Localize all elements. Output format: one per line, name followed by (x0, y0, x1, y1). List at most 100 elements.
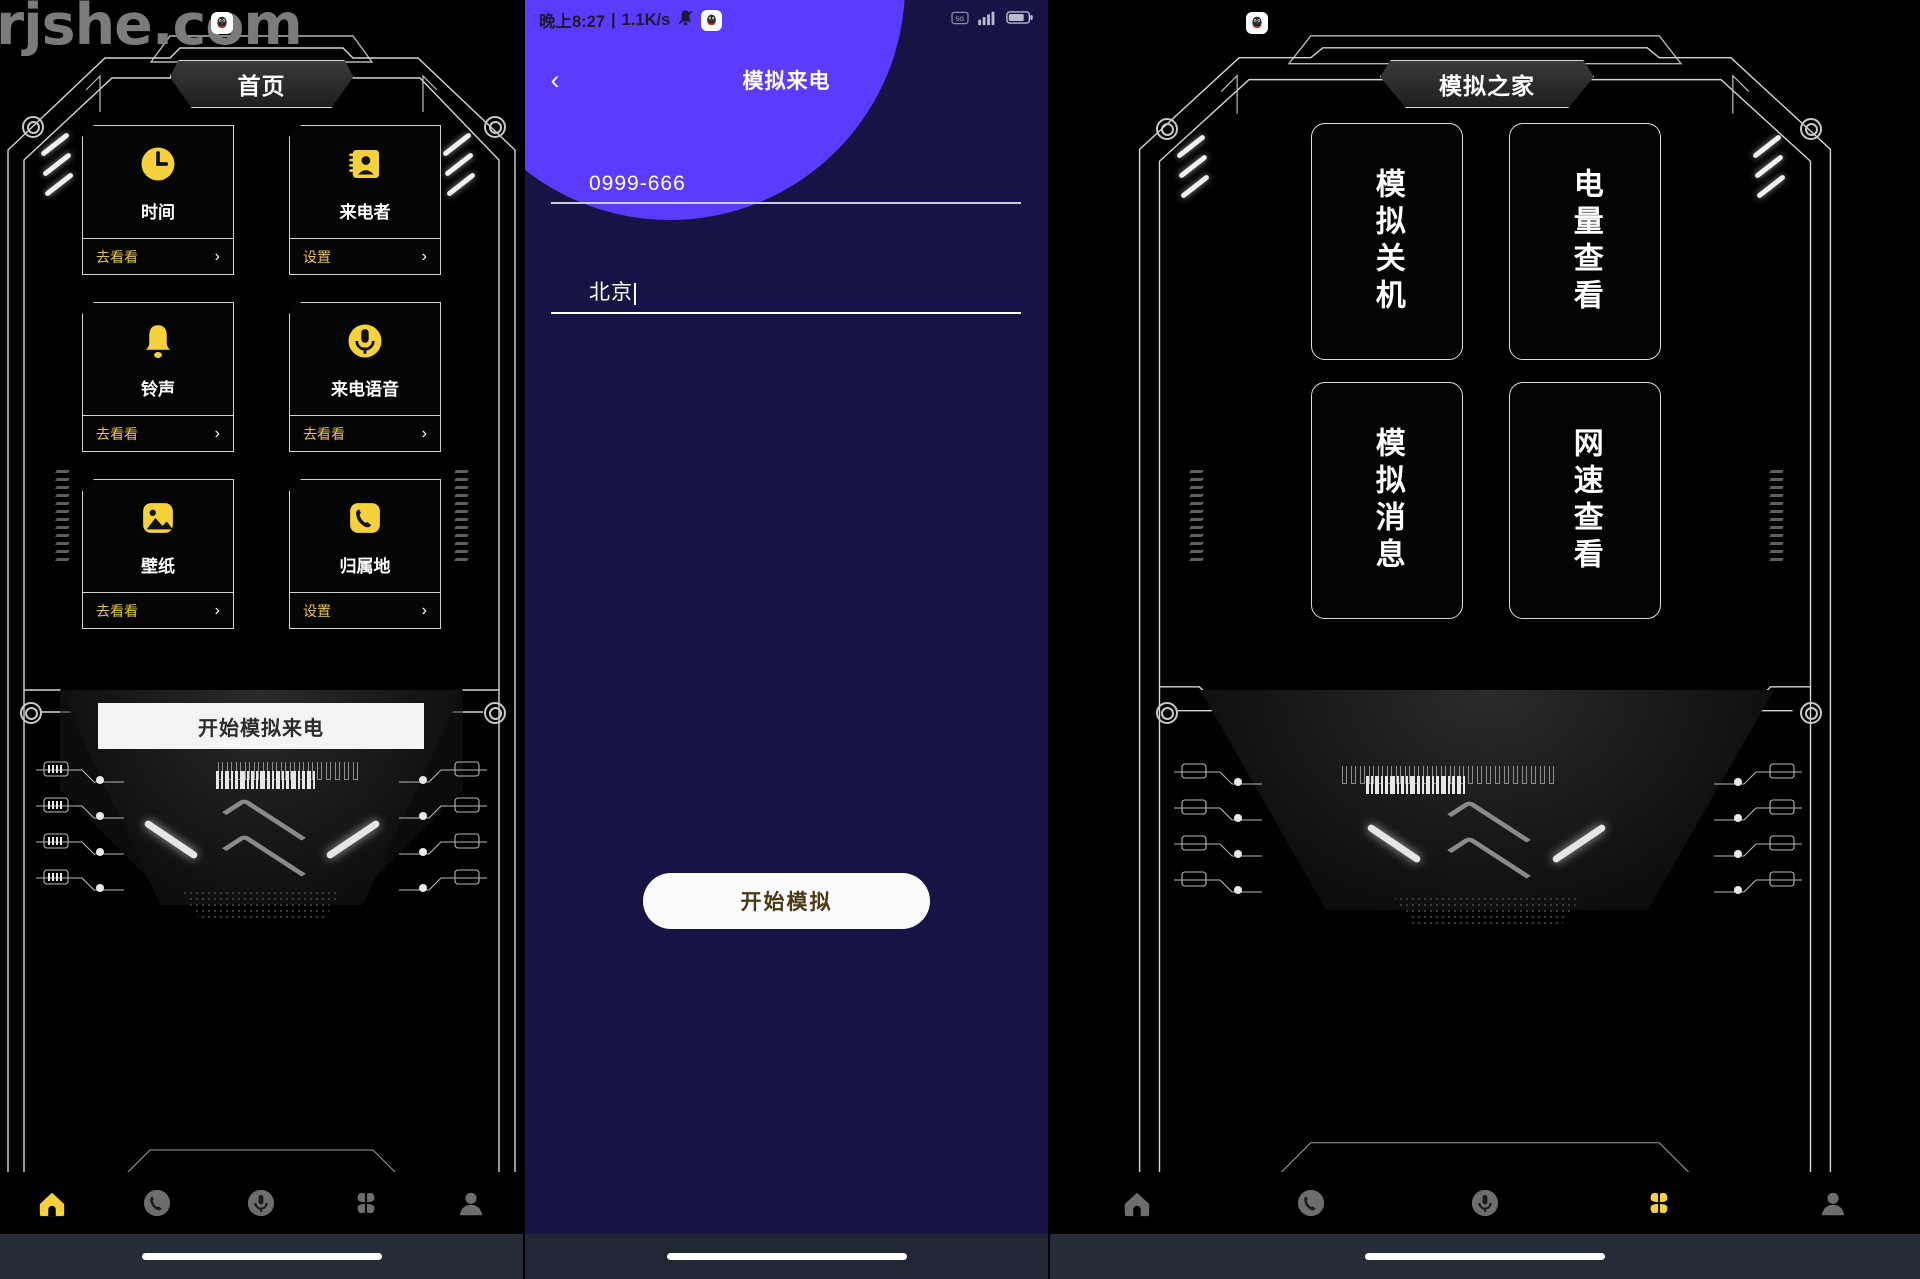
card-sim-message[interactable]: 模拟消息 (1311, 382, 1463, 619)
card-body: 时间 (83, 126, 233, 239)
home-icon (1124, 1192, 1150, 1217)
card-action[interactable]: 去看看 › (83, 593, 233, 628)
vent-stripes-right (440, 132, 490, 208)
chevron-right-icon: › (421, 601, 427, 619)
card-body: 壁纸 (83, 480, 233, 593)
panel-simulate-call: 晚上8:27 | 1.1K/s 5G ‹ 模拟来电 0999-666 北京 开始… (525, 0, 1048, 1279)
location-field[interactable]: 北京 (551, 272, 1021, 314)
card-action[interactable]: 去看看 › (83, 416, 233, 451)
card-body: 来电语音 (290, 303, 440, 416)
bell-icon (136, 319, 180, 363)
barcode-decoration (1366, 776, 1465, 794)
card-action[interactable]: 设置 › (290, 239, 440, 274)
panel-sim-home: 模拟之家 模拟关机 电量查看 模拟消息 网速查看 (1050, 0, 1920, 1279)
page-title: 模拟之家 (1439, 73, 1535, 99)
tab-voice[interactable] (1398, 1188, 1572, 1218)
bottom-tab-bar (1050, 1172, 1920, 1234)
card-action[interactable]: 去看看 › (290, 416, 440, 451)
card-title: 壁纸 (141, 556, 175, 576)
phone-circle-icon (1297, 1189, 1325, 1217)
phone-number-field[interactable]: 0999-666 (551, 162, 1021, 204)
gesture-bar[interactable] (1050, 1234, 1920, 1279)
home-icon (40, 1192, 65, 1217)
tab-profile[interactable] (418, 1188, 523, 1218)
screw-icon-right (484, 116, 506, 138)
card-title: 归属地 (339, 556, 391, 576)
phone-icon (343, 496, 387, 540)
card-location[interactable]: 归属地 设置 › (289, 479, 441, 629)
tab-apps[interactable] (314, 1188, 419, 1218)
screw-icon-bottom-left (1156, 702, 1178, 724)
chevron-right-icon: › (214, 247, 220, 265)
card-time[interactable]: 时间 去看看 › (82, 125, 234, 275)
gesture-pill (1365, 1253, 1605, 1260)
card-sim-shutdown[interactable]: 模拟关机 (1311, 123, 1463, 360)
qq-penguin-icon (1246, 12, 1268, 34)
speaker-mesh (180, 890, 343, 920)
card-ringtone[interactable]: 铃声 去看看 › (82, 302, 234, 452)
qq-penguin-icon (701, 9, 723, 31)
tab-voice[interactable] (209, 1188, 314, 1218)
sim-icon: 5G (950, 10, 970, 31)
card-action-label: 设置 (303, 248, 331, 265)
tab-profile[interactable] (1746, 1188, 1920, 1218)
circuit-traces-right (1714, 763, 1802, 894)
screw-icon-left (22, 116, 44, 138)
mic-circle-icon (248, 1189, 275, 1217)
circuit-traces-right (399, 761, 487, 892)
qq-penguin-icon (211, 12, 233, 34)
clock-icon (136, 142, 180, 186)
card-action[interactable]: 去看看 › (83, 239, 233, 274)
card-title: 来电者 (339, 202, 391, 222)
card-wallpaper[interactable]: 壁纸 去看看 › (82, 479, 234, 629)
back-button[interactable]: ‹ (525, 65, 585, 96)
card-body: 来电者 (290, 126, 440, 239)
card-action-label: 设置 (303, 602, 331, 619)
signal-bars-icon (977, 10, 999, 31)
card-title: 时间 (141, 202, 175, 222)
status-separator: | (611, 10, 616, 29)
simulation-card-grid: 模拟关机 电量查看 模拟消息 网速查看 (1311, 123, 1663, 619)
card-action-label: 去看看 (303, 425, 345, 442)
dot-column-left (55, 470, 70, 561)
speaker-mesh (1392, 896, 1583, 926)
card-netspeed-check[interactable]: 网速查看 (1509, 382, 1661, 619)
card-action[interactable]: 设置 › (290, 593, 440, 628)
nav-bar: ‹ 模拟来电 (525, 55, 1048, 105)
tab-home[interactable] (0, 1188, 105, 1218)
tab-call[interactable] (1224, 1188, 1398, 1218)
gesture-bar[interactable] (0, 1234, 523, 1279)
status-left: 晚上8:27 | 1.1K/s (539, 8, 723, 32)
tab-home[interactable] (1050, 1188, 1224, 1218)
three-phone-screenshots: rjshe.com 首页 时间 去看看 › 来电者 设置 › 铃声 去看看 › … (0, 0, 1920, 1279)
card-action-label: 去看看 (96, 602, 138, 619)
card-battery-check[interactable]: 电量查看 (1509, 123, 1661, 360)
status-netspeed: 1.1K/s (621, 10, 671, 29)
feature-card-grid: 时间 去看看 › 来电者 设置 › 铃声 去看看 › 来电语音 去看看 › 壁纸… (82, 125, 441, 629)
vent-stripes-right (1750, 134, 1810, 210)
bell-muted-icon (676, 8, 695, 32)
panel-home-screen: rjshe.com 首页 时间 去看看 › 来电者 设置 › 铃声 去看看 › … (0, 0, 523, 1279)
card-label: 模拟消息 (1370, 426, 1404, 575)
field-underline-focused (551, 312, 1021, 314)
card-caller[interactable]: 来电者 设置 › (289, 125, 441, 275)
tab-call[interactable] (105, 1188, 210, 1218)
phone-number-input[interactable]: 0999-666 (551, 162, 1021, 196)
card-call-voice[interactable]: 来电语音 去看看 › (289, 302, 441, 452)
tab-apps[interactable] (1572, 1188, 1746, 1218)
start-simulate-call-button[interactable]: 开始模拟来电 (98, 703, 424, 749)
dot-column-right (1769, 470, 1784, 561)
page-title-plate: 模拟之家 (1380, 60, 1594, 108)
microphone-icon (343, 319, 387, 363)
card-action-label: 去看看 (96, 425, 138, 442)
vent-stripes-left (1174, 134, 1234, 210)
text-caret (634, 283, 636, 305)
screw-icon-bottom-right (484, 702, 506, 724)
phone-circle-icon (143, 1189, 171, 1217)
gesture-pill (666, 1253, 907, 1260)
location-input[interactable]: 北京 (589, 276, 633, 306)
mic-circle-icon (1471, 1189, 1499, 1217)
start-simulate-button[interactable]: 开始模拟 (643, 873, 930, 929)
person-icon (1821, 1192, 1845, 1216)
gesture-bar[interactable] (525, 1234, 1048, 1279)
